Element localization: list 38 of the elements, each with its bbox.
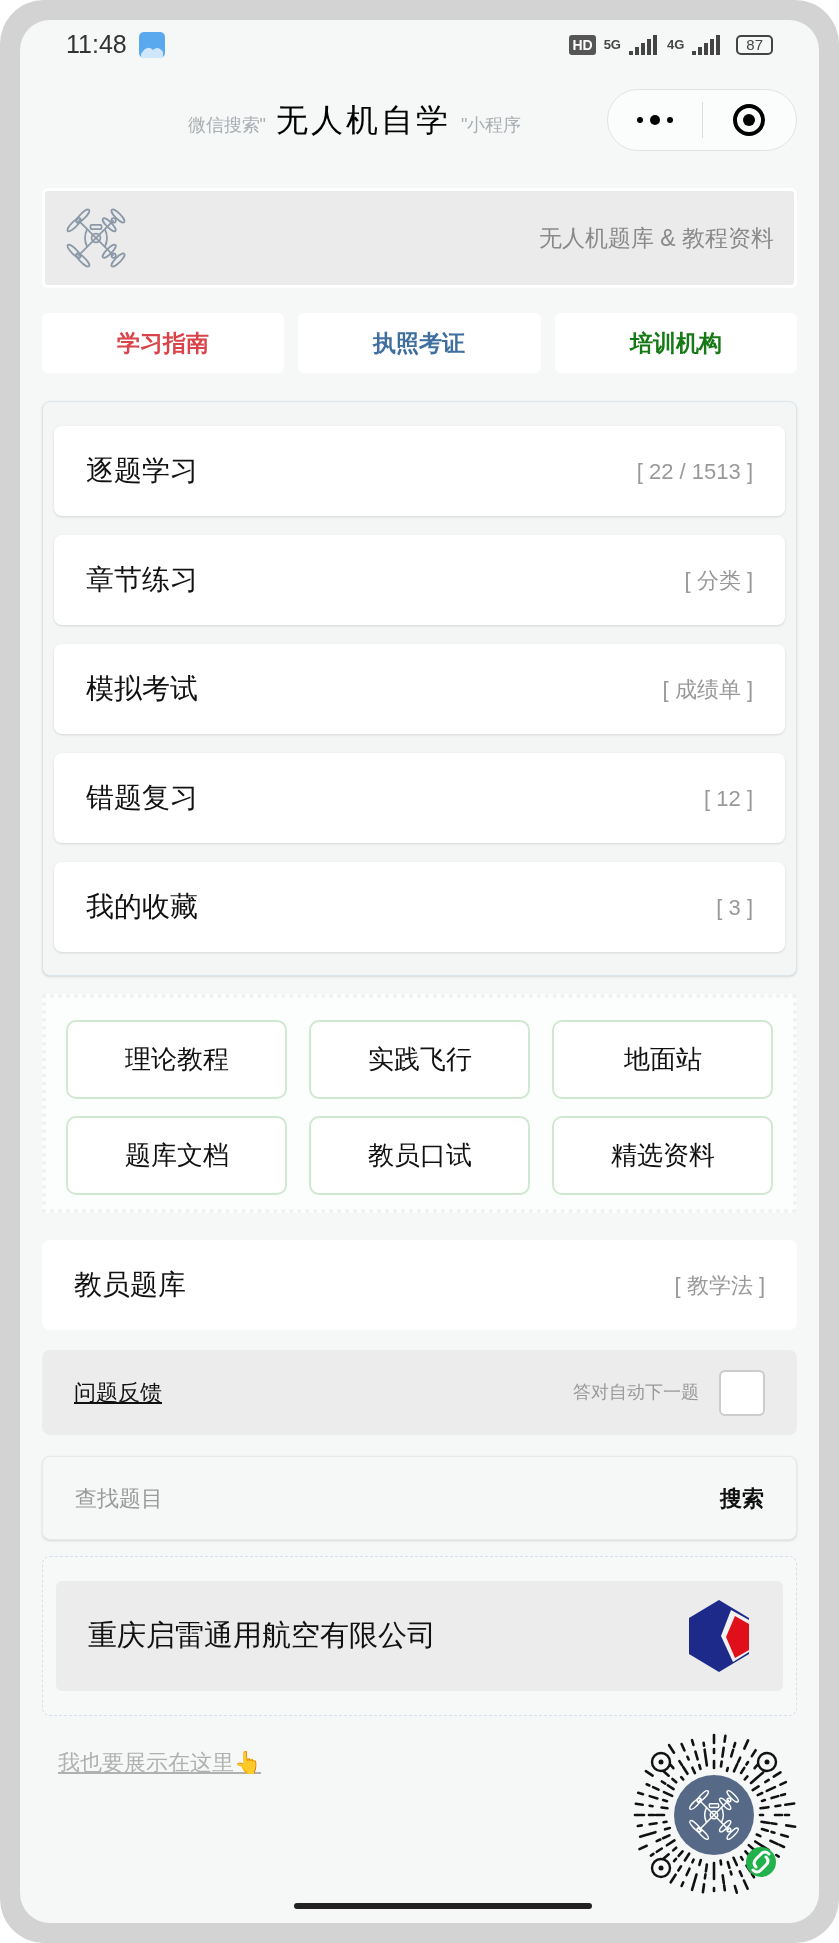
header-prefix: 微信搜索" [187, 114, 266, 137]
menu-row[interactable]: 逐题学习 [ 22 / 1513 ] [54, 426, 785, 516]
category-tab[interactable]: 执照考证 [298, 313, 541, 373]
hd-badge: HD [569, 35, 596, 55]
sponsor-name: 重庆启雷通用航空有限公司 [88, 1618, 436, 1654]
menu-row[interactable]: 模拟考试 [ 成绩单 ] [54, 644, 785, 734]
category-tab[interactable]: 学习指南 [42, 313, 285, 373]
search-button[interactable]: 搜索 [720, 1481, 764, 1515]
network-label: 5G [603, 36, 621, 55]
weather-app-icon [138, 32, 165, 58]
page-title: 无人机自学 [276, 101, 451, 140]
company-logo [687, 1600, 751, 1672]
signal-icon [628, 35, 659, 55]
sponsor-row[interactable]: 重庆启雷通用航空有限公司 [56, 1581, 783, 1691]
clock-time: 11:48 [66, 29, 127, 61]
category-tab[interactable]: 培训机构 [554, 313, 797, 373]
feedback-link[interactable]: 问题反馈 [74, 1376, 162, 1409]
signal-icon [692, 35, 723, 55]
resource-button[interactable]: 精选资料 [552, 1116, 773, 1195]
resource-button[interactable]: 地面站 [552, 1020, 773, 1099]
auto-next-label: 答对自动下一题 [573, 1381, 699, 1404]
resource-button[interactable]: 理论教程 [66, 1020, 287, 1099]
target-icon [732, 103, 767, 137]
menu-row[interactable]: 章节练习 [ 分类 ] [54, 535, 785, 625]
menu-row[interactable]: 错题复习 [ 12 ] [54, 753, 785, 843]
menu-row[interactable]: 我的收藏 [ 3 ] [54, 862, 785, 952]
more-icon [634, 114, 675, 126]
search-field[interactable]: 查找题目 搜索 [42, 1456, 797, 1540]
header-suffix: "小程序 [461, 114, 522, 137]
resource-button[interactable]: 教员口试 [309, 1116, 530, 1195]
battery-indicator: 87 [736, 35, 773, 55]
network-label: 4G [666, 36, 685, 55]
auto-next-checkbox[interactable] [719, 1369, 765, 1416]
resource-button[interactable]: 题库文档 [66, 1116, 287, 1195]
drone-icon [688, 1789, 740, 1841]
instructor-row[interactable]: 教员题库 [ 教学法 ] [42, 1240, 797, 1330]
resource-button[interactable]: 实践飞行 [309, 1020, 530, 1099]
banner-text: 无人机题库 & 教程资料 [538, 223, 774, 253]
